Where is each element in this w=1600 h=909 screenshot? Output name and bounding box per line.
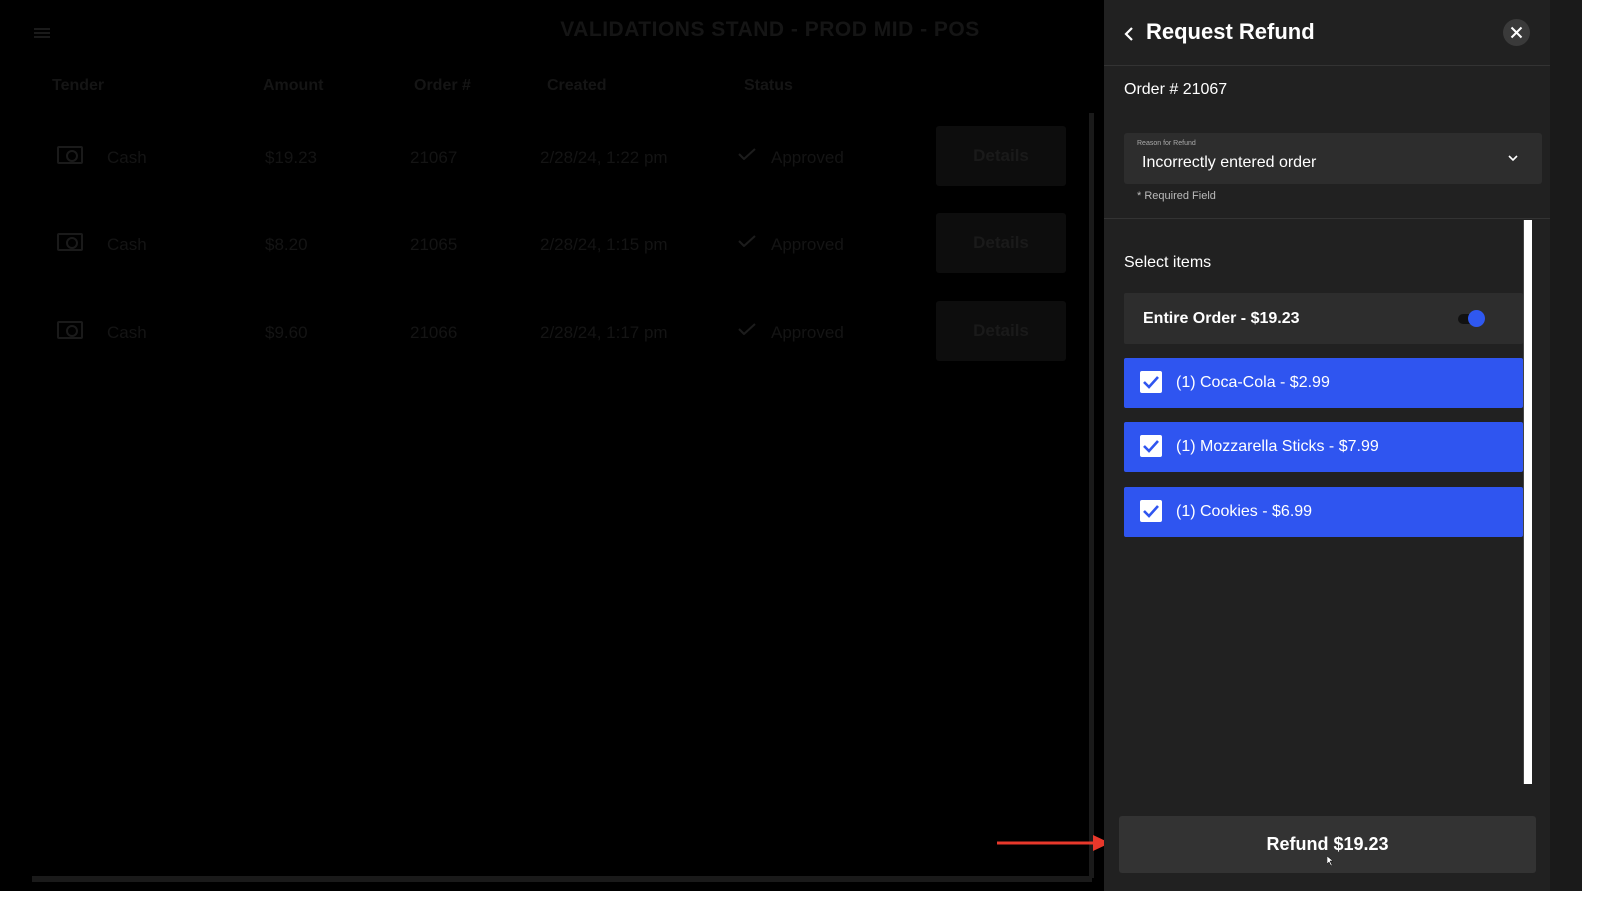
row-created: 2/28/24, 1:15 pm xyxy=(540,235,668,254)
row-tender: Cash xyxy=(107,323,147,342)
order-number: Order # 21067 xyxy=(1124,81,1228,98)
refund-item-row[interactable]: (1) Mozzarella Sticks - $7.99 xyxy=(1124,422,1523,472)
details-button[interactable]: Details xyxy=(936,213,1066,273)
close-button[interactable] xyxy=(1503,19,1530,46)
required-field-note: * Required Field xyxy=(1137,190,1216,202)
row-order: 21066 xyxy=(410,323,458,342)
panel-edge xyxy=(1550,0,1582,891)
checkbox-icon[interactable] xyxy=(1140,371,1162,393)
request-refund-panel: Request Refund Order # 21067 Reason for … xyxy=(1104,0,1550,891)
item-label: (1) Mozzarella Sticks - $7.99 xyxy=(1176,438,1379,455)
refund-reason-select[interactable]: Reason for Refund Incorrectly entered or… xyxy=(1124,133,1542,184)
row-amount: $19.23 xyxy=(265,148,317,167)
divider xyxy=(1104,218,1550,219)
select-items-label: Select items xyxy=(1124,254,1212,271)
background-pos-screen: VALIDATIONS STAND - PROD MID - POS Tende… xyxy=(0,0,1104,891)
arrow-annotation-icon xyxy=(997,835,1110,851)
checkbox-icon[interactable] xyxy=(1140,500,1162,522)
row-created: 2/28/24, 1:22 pm xyxy=(540,148,668,167)
row-order: 21065 xyxy=(410,235,458,254)
check-icon xyxy=(738,148,756,160)
panel-scrollbar[interactable] xyxy=(1523,220,1532,784)
background-horizontal-scrollbar[interactable] xyxy=(32,876,1092,882)
chevron-down-icon xyxy=(1508,155,1518,162)
check-icon xyxy=(738,235,756,247)
table-row: Cash $9.60 21066 2/28/24, 1:17 pm Approv… xyxy=(0,301,1100,361)
panel-title: Request Refund xyxy=(1146,19,1315,44)
reason-label: Reason for Refund xyxy=(1137,140,1196,147)
column-header-status: Status xyxy=(744,77,793,94)
panel-header: Request Refund xyxy=(1104,0,1550,66)
table-row: Cash $19.23 21067 2/28/24, 1:22 pm Appro… xyxy=(0,126,1100,186)
row-status: Approved xyxy=(771,323,844,342)
column-header-amount: Amount xyxy=(263,77,324,94)
row-tender: Cash xyxy=(107,148,147,167)
refund-item-row[interactable]: (1) Cookies - $6.99 xyxy=(1124,487,1523,537)
background-vertical-scrollbar[interactable] xyxy=(1089,113,1094,878)
row-status: Approved xyxy=(771,148,844,167)
back-chevron-icon[interactable] xyxy=(1118,22,1140,46)
cash-icon xyxy=(57,321,83,339)
item-label: (1) Coca-Cola - $2.99 xyxy=(1176,374,1330,391)
screen: VALIDATIONS STAND - PROD MID - POS Tende… xyxy=(0,0,1582,891)
column-header-tender: Tender xyxy=(52,77,105,94)
check-icon xyxy=(738,323,756,335)
reason-value: Incorrectly entered order xyxy=(1142,154,1317,171)
details-button[interactable]: Details xyxy=(936,301,1066,361)
table-row: Cash $8.20 21065 2/28/24, 1:15 pm Approv… xyxy=(0,213,1100,273)
row-amount: $9.60 xyxy=(265,323,308,342)
row-amount: $8.20 xyxy=(265,235,308,254)
column-header-created: Created xyxy=(547,77,607,94)
entire-order-toggle[interactable] xyxy=(1458,310,1485,327)
row-tender: Cash xyxy=(107,235,147,254)
toggle-knob xyxy=(1468,310,1485,327)
checkbox-icon[interactable] xyxy=(1140,435,1162,457)
cash-icon xyxy=(57,233,83,251)
item-label: (1) Cookies - $6.99 xyxy=(1176,503,1313,520)
row-order: 21067 xyxy=(410,148,458,167)
row-created: 2/28/24, 1:17 pm xyxy=(540,323,668,342)
row-status: Approved xyxy=(771,235,844,254)
close-icon xyxy=(1510,26,1523,39)
cash-icon xyxy=(57,146,83,164)
entire-order-row: Entire Order - $19.23 xyxy=(1124,293,1523,344)
refund-item-row[interactable]: (1) Coca-Cola - $2.99 xyxy=(1124,358,1523,408)
details-button[interactable]: Details xyxy=(936,126,1066,186)
mouse-cursor-icon xyxy=(1327,856,1333,866)
column-header-order: Order # xyxy=(414,77,471,94)
entire-order-label: Entire Order - $19.23 xyxy=(1143,310,1300,327)
